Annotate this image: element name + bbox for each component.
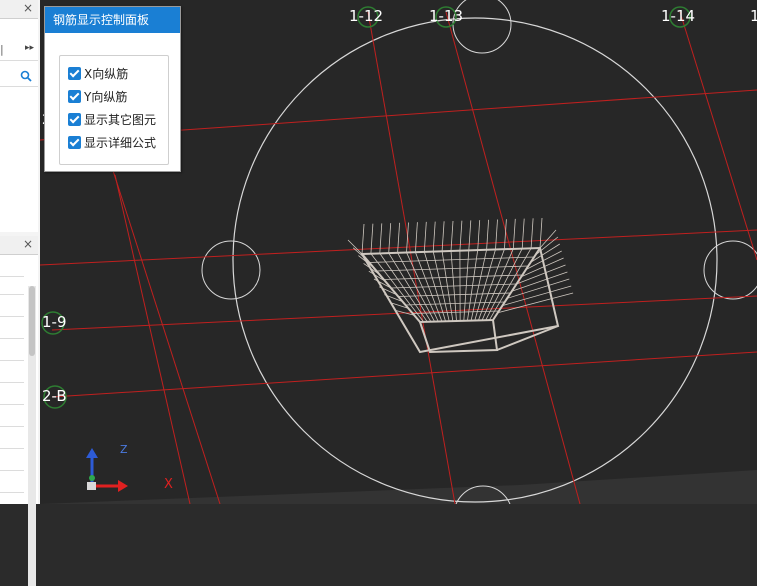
- table-row: [0, 426, 24, 427]
- checkbox-icon[interactable]: [68, 113, 81, 126]
- scroll-thumb[interactable]: [29, 286, 35, 356]
- checkbox-icon[interactable]: [68, 67, 81, 80]
- toolbar-row: | ▸▸: [0, 40, 38, 61]
- left-pane-bottom: ×: [0, 236, 38, 504]
- close-icon[interactable]: ×: [23, 237, 33, 251]
- option-group: X向纵筋 Y向纵筋 显示其它图元 显示详细公式: [59, 55, 169, 165]
- table-row: [0, 470, 24, 471]
- tab-marker: |: [0, 43, 4, 56]
- option-y-rebar[interactable]: Y向纵筋: [68, 88, 127, 106]
- checkbox-icon[interactable]: [68, 90, 81, 103]
- grid-label-1-13: 1-13: [429, 7, 463, 25]
- grid-label-2-b: 2-B: [42, 387, 67, 405]
- option-x-rebar[interactable]: X向纵筋: [68, 65, 128, 83]
- pile-circle-left: [202, 241, 260, 299]
- table-row: [0, 276, 24, 277]
- option-label: 显示详细公式: [84, 136, 156, 150]
- expand-icon[interactable]: ▸▸: [25, 43, 34, 53]
- rebar-cage: [348, 218, 573, 352]
- rebar-display-panel: 钢筋显示控制面板 X向纵筋 Y向纵筋 显示其它图元 显示详细公式: [44, 6, 181, 172]
- grid-label-1-14: 1-14: [661, 7, 695, 25]
- ground-plane: [40, 470, 757, 504]
- option-label: 显示其它图元: [84, 113, 156, 127]
- table-row: [0, 316, 24, 317]
- table-row: [0, 294, 24, 295]
- option-label: Y向纵筋: [84, 90, 127, 104]
- axis-x-label: X: [164, 477, 173, 492]
- checkbox-icon[interactable]: [68, 136, 81, 149]
- pile-circle-right: [704, 241, 757, 299]
- option-label: X向纵筋: [84, 67, 128, 81]
- grid-label-1-9: 1-9: [42, 313, 67, 331]
- axis-triad: [80, 446, 140, 496]
- table-row: [0, 338, 24, 339]
- search-row[interactable]: [0, 66, 38, 87]
- left-pane-top-header: ×: [0, 0, 38, 19]
- axis-z-label: Z: [120, 443, 128, 456]
- close-icon[interactable]: ×: [23, 1, 33, 15]
- foundation-circle: [233, 18, 717, 502]
- table-row: [0, 382, 24, 383]
- table-row: [0, 492, 24, 493]
- left-dock: × | ▸▸ ×: [0, 0, 41, 504]
- table-row: [0, 448, 24, 449]
- search-icon[interactable]: [20, 70, 32, 82]
- scrollbar[interactable]: [28, 286, 36, 586]
- left-pane-top: × | ▸▸: [0, 0, 38, 232]
- table-row: [0, 404, 24, 405]
- option-show-other[interactable]: 显示其它图元: [68, 111, 156, 129]
- option-show-formula[interactable]: 显示详细公式: [68, 134, 156, 152]
- table-row: [0, 360, 24, 361]
- panel-title: 钢筋显示控制面板: [45, 7, 180, 33]
- grid-label-1-12: 1-12: [349, 7, 383, 25]
- grid-label-1: 1: [750, 7, 757, 25]
- left-pane-bottom-header: ×: [0, 236, 38, 255]
